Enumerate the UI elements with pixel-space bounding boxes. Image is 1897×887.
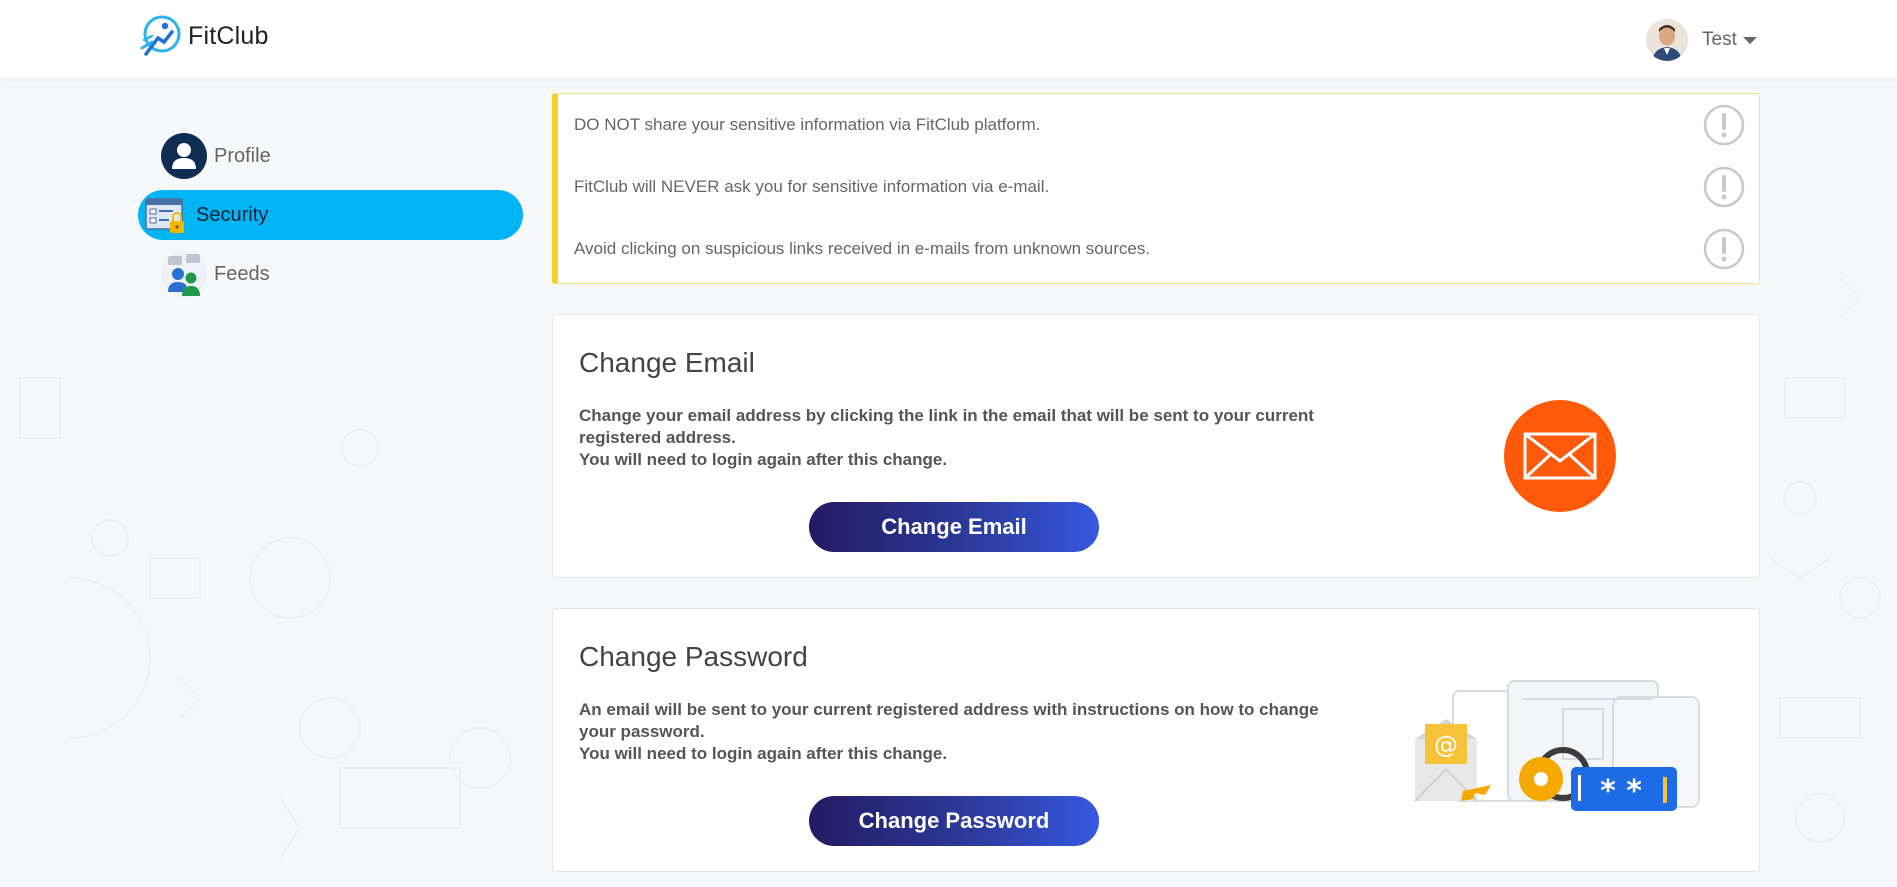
sidebar-item-label: Profile [214,144,271,167]
settings-sidebar: Profile Security Feeds [138,130,523,308]
alert-row: DO NOT share your sensitive information … [558,94,1759,156]
change-email-card: Change Email Change your email address b… [552,314,1760,578]
alert-text: FitClub will NEVER ask you for sensitive… [574,177,1050,196]
card-title: Change Email [579,347,755,378]
security-warnings-alert: DO NOT share your sensitive information … [552,93,1760,284]
user-avatar [1646,19,1688,61]
profile-icon [161,133,207,179]
card-description: An email will be sent to your current re… [579,699,1339,765]
exclamation-icon [1703,166,1745,208]
description-line: Change your email address by clicking th… [579,406,1314,447]
change-password-button[interactable]: Change Password [809,796,1099,846]
user-menu[interactable]: Test [1646,19,1757,61]
feeds-icon [161,251,207,297]
description-line: An email will be sent to your current re… [579,700,1319,741]
description-line: You will need to login again after this … [579,450,948,469]
sidebar-item-profile[interactable]: Profile [138,130,523,182]
top-navbar: FitClub Test [0,0,1897,78]
security-icon [145,198,184,233]
change-email-button[interactable]: Change Email [809,502,1099,552]
card-title: Change Password [579,641,808,672]
change-password-card: Change Password An email will be sent to… [552,608,1760,872]
alert-text: Avoid clicking on suspicious links recei… [574,239,1151,258]
svg-text:* *: * * [1600,774,1642,809]
app-name: FitClub [188,21,269,50]
user-name: Test [1702,29,1737,50]
sidebar-item-feeds[interactable]: Feeds [138,248,523,300]
card-description: Change your email address by clicking th… [579,405,1339,471]
sidebar-item-label: Security [196,203,269,226]
sidebar-item-security[interactable]: Security [138,190,523,240]
alert-row: FitClub will NEVER ask you for sensitive… [558,156,1759,218]
alert-row: Avoid clicking on suspicious links recei… [558,218,1759,280]
fitclub-logo-icon [140,15,181,56]
sidebar-item-label: Feeds [214,262,270,285]
exclamation-icon [1703,104,1745,146]
chevron-down-icon [1742,36,1757,44]
svg-text:@: @ [1434,731,1458,759]
password-security-illustration: @ * * [1414,680,1700,811]
exclamation-icon [1703,228,1745,270]
envelope-icon [1504,400,1616,512]
alert-text: DO NOT share your sensitive information … [574,115,1041,134]
fitclub-logo[interactable]: FitClub [138,14,269,58]
description-line: You will need to login again after this … [579,744,948,763]
